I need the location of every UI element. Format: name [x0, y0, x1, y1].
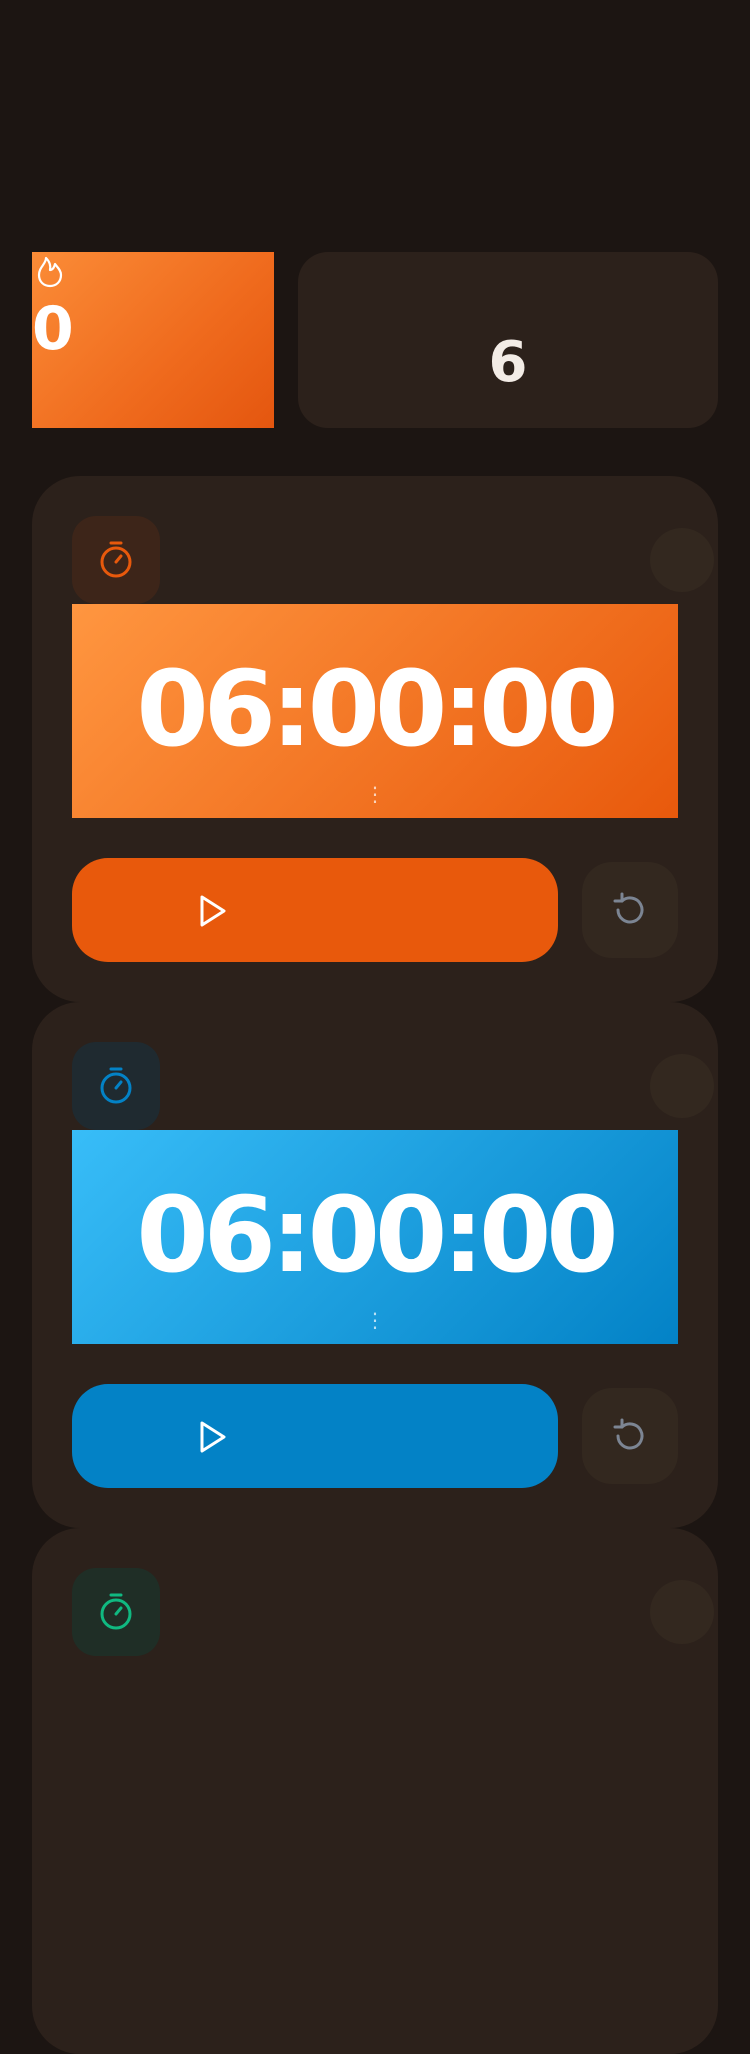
timer-page-indicator: ⋮ — [365, 1308, 385, 1332]
stopwatch-icon — [100, 1067, 132, 1104]
play-icon — [200, 1421, 226, 1453]
reset-icon — [613, 1418, 644, 1450]
timer-icon-box — [72, 1042, 160, 1130]
timer-time: 06:00:00 — [136, 1174, 618, 1296]
timer-card-1: 06:00:00 ⋮ — [32, 476, 718, 1002]
play-button[interactable] — [72, 1384, 558, 1488]
stopwatch-icon — [100, 1593, 132, 1630]
timer-display: 06:00:00 ⋮ — [72, 1130, 678, 1344]
streak-card: 0 — [32, 252, 274, 428]
timer-icon-box — [72, 516, 160, 604]
timer-count-value: 6 — [488, 330, 528, 395]
timer-menu-button[interactable] — [650, 1054, 714, 1118]
timer-page-indicator: ⋮ — [365, 782, 385, 806]
timer-count-card: 6 — [298, 252, 718, 428]
timer-menu-button[interactable] — [650, 1580, 714, 1644]
timer-card-3 — [32, 1528, 718, 2054]
timer-card-2: 06:00:00 ⋮ — [32, 1002, 718, 1528]
reset-button[interactable] — [582, 862, 678, 958]
stopwatch-icon — [100, 541, 132, 578]
timer-icon-box — [72, 1568, 160, 1656]
flame-icon — [36, 256, 64, 288]
timer-display: 06:00:00 ⋮ — [72, 604, 678, 818]
timer-time: 06:00:00 — [136, 648, 618, 770]
play-button[interactable] — [72, 858, 558, 962]
reset-icon — [613, 892, 644, 924]
reset-button[interactable] — [582, 1388, 678, 1484]
streak-value: 0 — [32, 294, 74, 364]
timer-menu-button[interactable] — [650, 528, 714, 592]
play-icon — [200, 895, 226, 927]
